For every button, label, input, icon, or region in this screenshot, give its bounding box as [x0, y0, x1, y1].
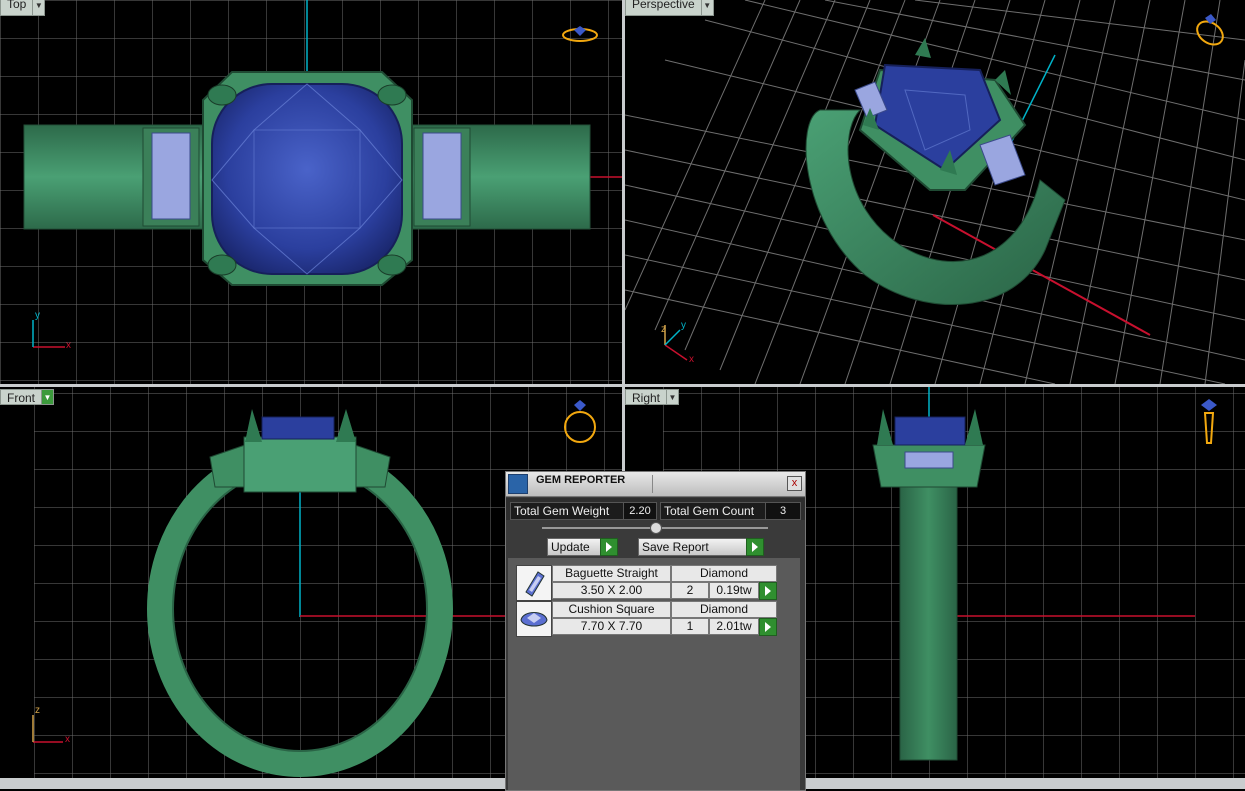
- ring-side-icon[interactable]: [1197, 395, 1221, 449]
- gem-weight: 2.01tw: [709, 618, 759, 635]
- viewport-top-label[interactable]: Top ▼: [0, 0, 46, 16]
- chevron-down-icon[interactable]: ▼: [33, 0, 46, 16]
- total-gem-weight-value: 2.20: [623, 502, 657, 520]
- ring-view-icon[interactable]: [560, 22, 600, 46]
- title-divider: [652, 475, 653, 493]
- total-gem-weight-label: Total Gem Weight: [510, 502, 624, 520]
- gem-count: 1: [671, 618, 709, 635]
- gem-totals: Total Gem Weight 2.20 Total Gem Count 3: [506, 498, 805, 520]
- viewport-perspective[interactable]: x y z Perspective ▼: [625, 0, 1245, 384]
- gem-count: 2: [671, 582, 709, 599]
- gem-type: Diamond: [671, 565, 777, 582]
- baguette-gem-icon: [516, 565, 552, 601]
- gem-list: Baguette Straight Diamond 3.50 X 2.00 2 …: [508, 558, 800, 790]
- gem-weight: 0.19tw: [709, 582, 759, 599]
- save-report-button[interactable]: Save Report: [638, 538, 747, 556]
- chevron-down-icon[interactable]: ▼: [701, 0, 714, 16]
- axis-x-label: x: [65, 734, 70, 745]
- gem-reporter-titlebar[interactable]: GEM REPORTER x: [506, 472, 805, 497]
- update-button[interactable]: Update: [547, 538, 605, 556]
- ring-perspective-icon[interactable]: [1190, 10, 1230, 50]
- cushion-gem-icon: [516, 601, 552, 637]
- axis-x-label: x: [66, 340, 71, 351]
- gem-shape: Baguette Straight: [552, 565, 671, 582]
- gem-row: Baguette Straight Diamond 3.50 X 2.00 2 …: [514, 565, 777, 601]
- save-report-go-icon[interactable]: [746, 538, 764, 556]
- gem-reporter-title: GEM REPORTER: [536, 474, 626, 486]
- top-view-scene: [0, 0, 622, 384]
- viewport-top[interactable]: x y Top ▼: [0, 0, 622, 384]
- gem-reporter-panel: GEM REPORTER x Total Gem Weight 2.20 Tot…: [505, 471, 806, 791]
- chevron-down-icon[interactable]: ▼: [667, 389, 680, 405]
- gem-size: 3.50 X 2.00: [552, 582, 671, 599]
- panel-slider-handle[interactable]: [650, 522, 662, 534]
- axis-x-label: x: [689, 354, 694, 365]
- gem-shape: Cushion Square: [552, 601, 671, 618]
- gem-size: 7.70 X 7.70: [552, 618, 671, 635]
- close-button[interactable]: x: [787, 476, 802, 491]
- ring-front-icon[interactable]: [560, 395, 600, 445]
- axis-z-label: z: [35, 705, 40, 716]
- total-gem-count-label: Total Gem Count: [660, 502, 768, 520]
- axis-y-label: y: [35, 310, 40, 321]
- viewport-perspective-label[interactable]: Perspective ▼: [625, 0, 714, 16]
- gem-row: Cushion Square Diamond 7.70 X 7.70 1 2.0…: [514, 601, 777, 637]
- gem-row-go-icon[interactable]: [759, 618, 777, 636]
- total-gem-count-value: 3: [765, 502, 801, 520]
- viewport-front-label[interactable]: Front ▼: [0, 389, 55, 405]
- perspective-view-scene: [625, 0, 1245, 384]
- axis-z-label: z: [661, 324, 666, 335]
- viewport-splitter-horizontal[interactable]: [0, 384, 1245, 387]
- gem-type: Diamond: [671, 601, 777, 618]
- viewport-right-label[interactable]: Right ▼: [625, 389, 680, 405]
- gem-reporter-logo-icon: [508, 474, 528, 494]
- axis-y-label: y: [681, 320, 686, 331]
- gem-row-go-icon[interactable]: [759, 582, 777, 600]
- update-go-icon[interactable]: [600, 538, 618, 556]
- chevron-down-icon[interactable]: ▼: [42, 389, 55, 405]
